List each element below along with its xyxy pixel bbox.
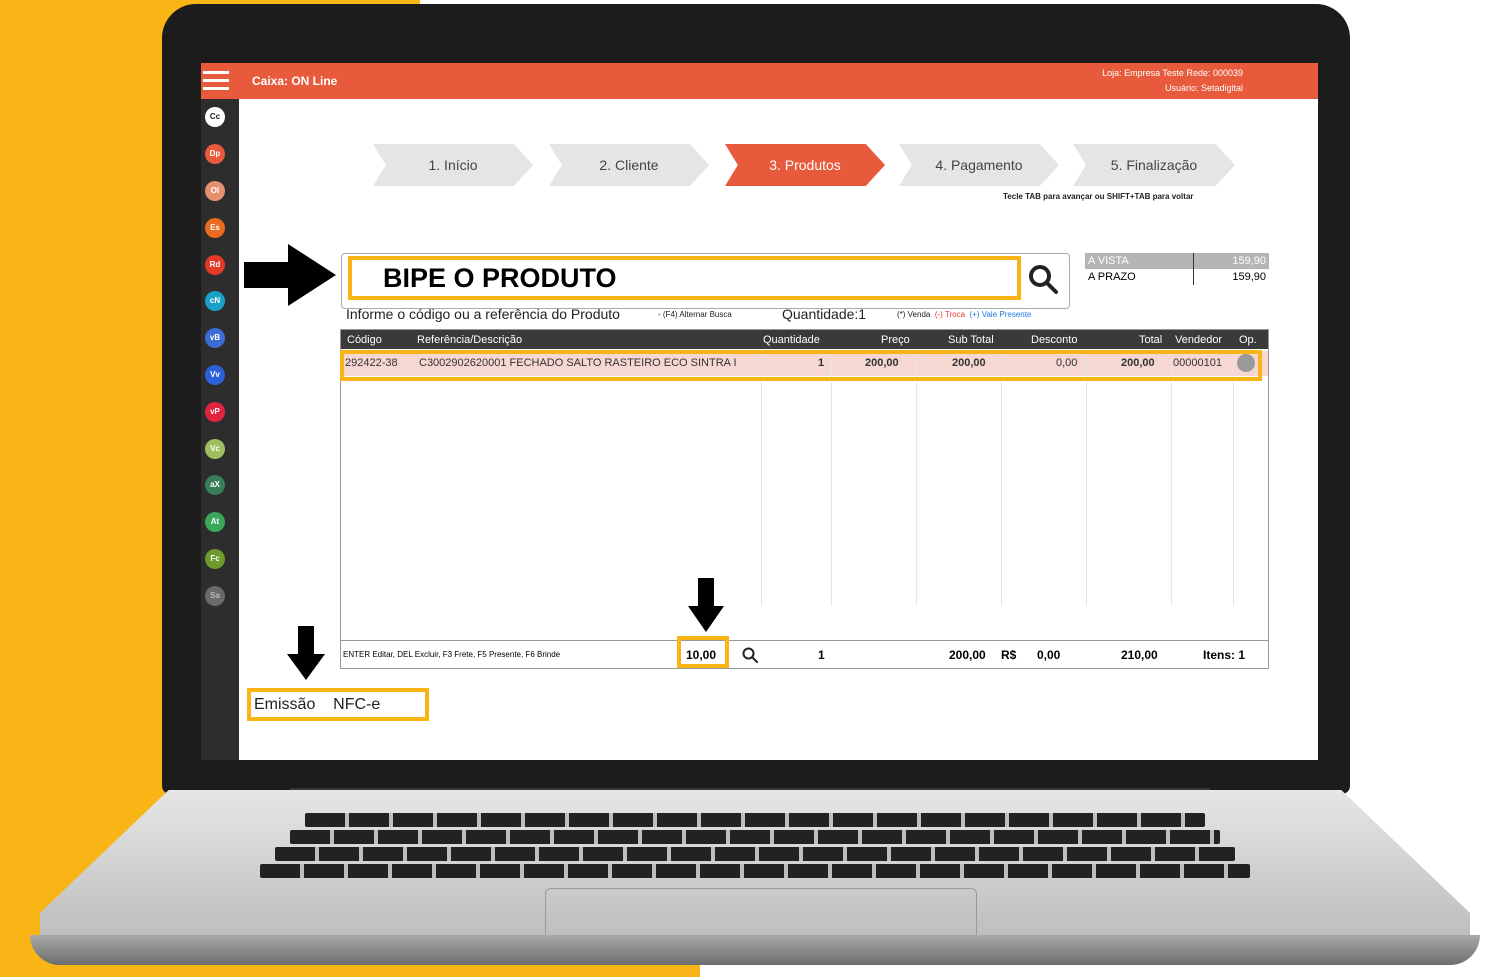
emissao-label: Emissão [254, 696, 316, 713]
search-icon[interactable] [1027, 263, 1059, 295]
col-quantidade: Quantidade [763, 334, 820, 346]
loja-label: Loja: Empresa Teste Rede: 000039 [1102, 68, 1243, 78]
totals-panel: A VISTA 159,90 A PRAZO 159,90 [1085, 253, 1269, 285]
quantidade-label: Quantidade:1 [782, 306, 867, 322]
a-vista-label: A VISTA [1088, 255, 1129, 267]
emissao-info: Emissão NFC-e [254, 696, 380, 714]
col-subtotal: Sub Total [948, 334, 994, 346]
footer-subtotal: 200,00 [949, 648, 986, 662]
col-total: Total [1139, 334, 1163, 346]
sidebar-item-cn[interactable]: cN [205, 291, 225, 311]
col-desconto: Desconto [1031, 334, 1078, 346]
frete-highlight-box [677, 636, 729, 668]
col-referencia: Referência/Descrição [417, 334, 523, 346]
total-a-prazo-row: A PRAZO 159,90 [1085, 269, 1269, 285]
a-prazo-label: A PRAZO [1088, 271, 1136, 283]
a-vista-value: 159,90 [1232, 255, 1266, 267]
sidebar-item-sa[interactable]: Sa [205, 586, 225, 606]
footer-total: 210,00 [1121, 648, 1158, 662]
search-highlight-box [348, 256, 1021, 300]
sidebar-item-at[interactable]: At [205, 512, 225, 532]
arrow-down-icon [287, 626, 325, 680]
hamburger-menu-icon[interactable] [203, 71, 229, 91]
arrow-down-icon [688, 578, 724, 632]
wizard-step-inicio[interactable]: 1. Início [373, 144, 533, 186]
sidebar: Cc Dp Ol Es Rd cN vB Vv vP Vc aX At Fc S… [201, 99, 239, 760]
sidebar-item-fc[interactable]: Fc [205, 549, 225, 569]
sidebar-item-vc[interactable]: Vc [205, 439, 225, 459]
table-footer: ENTER Editar, DEL Excluir, F3 Frete, F5 … [341, 640, 1268, 669]
laptop-base-edge [30, 935, 1480, 965]
col-vendedor: Vendedor [1175, 334, 1223, 346]
col-codigo: Código [347, 334, 382, 346]
footer-search-icon[interactable] [742, 647, 758, 663]
wizard-step-produtos[interactable]: 3. Produtos [725, 144, 885, 186]
col-op: Op. [1239, 334, 1257, 346]
total-a-vista-row: A VISTA 159,90 [1085, 253, 1269, 269]
legend-vale-presente: (+) Vale Presente [969, 310, 1032, 319]
sidebar-item-vv[interactable]: Vv [205, 365, 225, 385]
footer-itens: Itens: 1 [1203, 648, 1246, 662]
wizard-step-cliente[interactable]: 2. Cliente [549, 144, 709, 186]
emissao-value: NFC-e [333, 696, 381, 713]
arrow-right-icon [244, 244, 336, 306]
app-title: Caixa: ON Line [252, 74, 338, 88]
sidebar-item-ol[interactable]: Ol [205, 181, 225, 201]
alternar-busca-hint: - (F4) Alternar Busca [658, 310, 732, 319]
store-info: Loja: Empresa Teste Rede: 000039 Usuário… [1102, 66, 1243, 96]
tab-hint: Tecle TAB para avançar ou SHIFT+TAB para… [1003, 192, 1194, 201]
search-instruction: Informe o código ou a referência do Prod… [346, 306, 620, 322]
sidebar-item-ax[interactable]: aX [205, 475, 225, 495]
wizard-step-pagamento[interactable]: 4. Pagamento [899, 144, 1059, 186]
laptop-keyboard [250, 810, 1260, 885]
usuario-label: Usuário: Setadigital [1164, 83, 1243, 93]
sidebar-item-rd[interactable]: Rd [205, 255, 225, 275]
table-header: Código Referência/Descrição Quantidade P… [341, 330, 1268, 349]
app-screen: Caixa: ON Line Loja: Empresa Teste Rede:… [201, 63, 1318, 760]
sidebar-item-cc[interactable]: Cc [205, 107, 225, 127]
legend: (*) Venda (-) Troca (+) Vale Presente [897, 310, 1031, 319]
footer-desconto: 0,00 [1037, 648, 1061, 662]
a-prazo-value: 159,90 [1232, 271, 1266, 283]
sidebar-item-vp[interactable]: vP [205, 402, 225, 422]
sidebar-item-es[interactable]: Es [205, 218, 225, 238]
footer-shortcuts: ENTER Editar, DEL Excluir, F3 Frete, F5 … [343, 650, 561, 659]
sidebar-item-vb[interactable]: vB [205, 328, 225, 348]
sidebar-item-dp[interactable]: Dp [205, 144, 225, 164]
top-bar: Caixa: ON Line Loja: Empresa Teste Rede:… [201, 63, 1318, 99]
legend-venda: (*) Venda [897, 310, 931, 319]
wizard-step-finalizacao[interactable]: 5. Finalização [1073, 144, 1235, 186]
laptop-trackpad [545, 888, 977, 937]
footer-currency: R$ [1001, 648, 1017, 662]
footer-qtd: 1 [818, 648, 825, 662]
col-preco: Preço [881, 334, 910, 346]
legend-troca: (-) Troca [934, 310, 966, 319]
row-highlight-box [340, 350, 1262, 381]
